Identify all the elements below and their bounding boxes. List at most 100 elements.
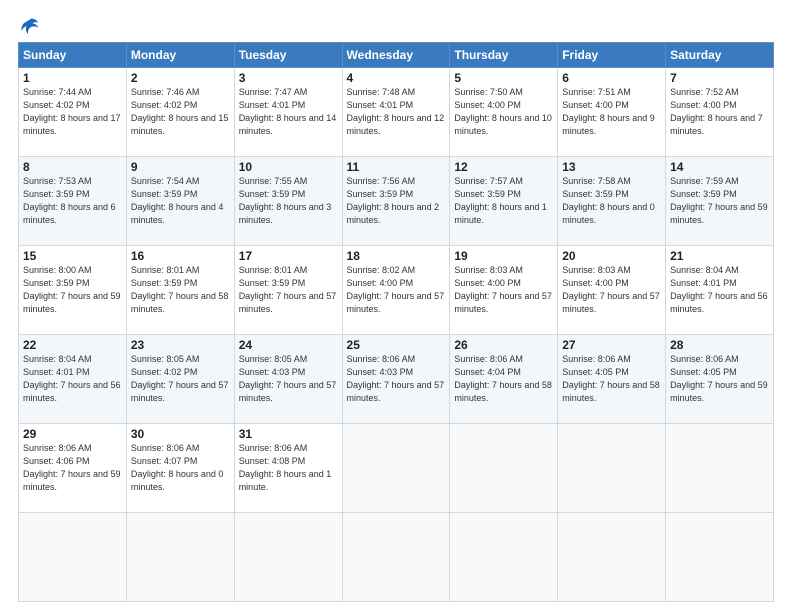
day-info: Sunrise: 7:48 AMSunset: 4:01 PMDaylight:…: [347, 87, 445, 136]
logo: [18, 16, 40, 32]
calendar-table: SundayMondayTuesdayWednesdayThursdayFrid…: [18, 42, 774, 602]
day-of-week-header: Sunday: [19, 43, 127, 68]
day-number: 19: [454, 249, 553, 263]
day-number: 30: [131, 427, 230, 441]
day-cell: 4 Sunrise: 7:48 AMSunset: 4:01 PMDaylight…: [342, 68, 450, 157]
day-cell: 2 Sunrise: 7:46 AMSunset: 4:02 PMDaylight…: [126, 68, 234, 157]
day-cell: 22 Sunrise: 8:04 AMSunset: 4:01 PMDayligh…: [19, 335, 127, 424]
day-cell: 12 Sunrise: 7:57 AMSunset: 3:59 PMDayligh…: [450, 157, 558, 246]
day-cell: 15 Sunrise: 8:00 AMSunset: 3:59 PMDayligh…: [19, 246, 127, 335]
day-number: 9: [131, 160, 230, 174]
empty-cell: [450, 424, 558, 513]
day-info: Sunrise: 8:06 AMSunset: 4:04 PMDaylight:…: [454, 354, 552, 403]
day-info: Sunrise: 7:54 AMSunset: 3:59 PMDaylight:…: [131, 176, 224, 225]
day-cell: 7 Sunrise: 7:52 AMSunset: 4:00 PMDaylight…: [666, 68, 774, 157]
day-cell: 10 Sunrise: 7:55 AMSunset: 3:59 PMDayligh…: [234, 157, 342, 246]
day-number: 14: [670, 160, 769, 174]
day-info: Sunrise: 7:55 AMSunset: 3:59 PMDaylight:…: [239, 176, 332, 225]
empty-cell: [234, 513, 342, 602]
day-number: 20: [562, 249, 661, 263]
day-cell: 14Sunrise: 7:59 AMSunset: 3:59 PMDayligh…: [666, 157, 774, 246]
day-cell: 28 Sunrise: 8:06 AMSunset: 4:05 PMDayligh…: [666, 335, 774, 424]
day-number: 17: [239, 249, 338, 263]
day-cell: 11Sunrise: 7:56 AMSunset: 3:59 PMDayligh…: [342, 157, 450, 246]
day-info: Sunrise: 7:52 AMSunset: 4:00 PMDaylight:…: [670, 87, 763, 136]
day-of-week-header: Wednesday: [342, 43, 450, 68]
empty-cell: [558, 424, 666, 513]
calendar-row: 1Sunrise: 7:44 AMSunset: 4:02 PMDaylight…: [19, 68, 774, 157]
day-info: Sunrise: 7:57 AMSunset: 3:59 PMDaylight:…: [454, 176, 547, 225]
day-info: Sunrise: 8:03 AMSunset: 4:00 PMDaylight:…: [562, 265, 660, 314]
day-cell: 31Sunrise: 8:06 AMSunset: 4:08 PMDayligh…: [234, 424, 342, 513]
day-number: 26: [454, 338, 553, 352]
day-number: 28: [670, 338, 769, 352]
day-number: 29: [23, 427, 122, 441]
header: [18, 16, 774, 32]
day-number: 18: [347, 249, 446, 263]
day-info: Sunrise: 8:01 AMSunset: 3:59 PMDaylight:…: [239, 265, 337, 314]
day-info: Sunrise: 7:51 AMSunset: 4:00 PMDaylight:…: [562, 87, 655, 136]
day-cell: 27Sunrise: 8:06 AMSunset: 4:05 PMDayligh…: [558, 335, 666, 424]
day-of-week-header: Thursday: [450, 43, 558, 68]
day-info: Sunrise: 8:00 AMSunset: 3:59 PMDaylight:…: [23, 265, 121, 314]
day-cell: 18Sunrise: 8:02 AMSunset: 4:00 PMDayligh…: [342, 246, 450, 335]
day-cell: 9 Sunrise: 7:54 AMSunset: 3:59 PMDaylight…: [126, 157, 234, 246]
day-cell: 30Sunrise: 8:06 AMSunset: 4:07 PMDayligh…: [126, 424, 234, 513]
day-number: 2: [131, 71, 230, 85]
day-number: 4: [347, 71, 446, 85]
day-of-week-header: Friday: [558, 43, 666, 68]
day-cell: 17 Sunrise: 8:01 AMSunset: 3:59 PMDayligh…: [234, 246, 342, 335]
calendar-row: 22 Sunrise: 8:04 AMSunset: 4:01 PMDayligh…: [19, 335, 774, 424]
empty-cell: [19, 513, 127, 602]
calendar-row: 29 Sunrise: 8:06 AMSunset: 4:06 PMDayligh…: [19, 424, 774, 513]
day-info: Sunrise: 8:04 AMSunset: 4:01 PMDaylight:…: [23, 354, 121, 403]
day-number: 3: [239, 71, 338, 85]
day-number: 23: [131, 338, 230, 352]
day-cell: 29 Sunrise: 8:06 AMSunset: 4:06 PMDayligh…: [19, 424, 127, 513]
day-cell: 8 Sunrise: 7:53 AMSunset: 3:59 PMDaylight…: [19, 157, 127, 246]
day-info: Sunrise: 7:50 AMSunset: 4:00 PMDaylight:…: [454, 87, 552, 136]
day-cell: 24Sunrise: 8:05 AMSunset: 4:03 PMDayligh…: [234, 335, 342, 424]
day-of-week-header: Monday: [126, 43, 234, 68]
empty-cell: [450, 513, 558, 602]
day-info: Sunrise: 7:46 AMSunset: 4:02 PMDaylight:…: [131, 87, 229, 136]
day-number: 8: [23, 160, 122, 174]
day-cell: 5 Sunrise: 7:50 AMSunset: 4:00 PMDaylight…: [450, 68, 558, 157]
day-number: 5: [454, 71, 553, 85]
day-cell: 20 Sunrise: 8:03 AMSunset: 4:00 PMDayligh…: [558, 246, 666, 335]
empty-cell: [342, 424, 450, 513]
empty-cell: [666, 424, 774, 513]
day-number: 25: [347, 338, 446, 352]
day-cell: 16 Sunrise: 8:01 AMSunset: 3:59 PMDayligh…: [126, 246, 234, 335]
day-info: Sunrise: 7:53 AMSunset: 3:59 PMDaylight:…: [23, 176, 116, 225]
day-info: Sunrise: 7:58 AMSunset: 3:59 PMDaylight:…: [562, 176, 655, 225]
day-number: 24: [239, 338, 338, 352]
day-cell: 3 Sunrise: 7:47 AMSunset: 4:01 PMDaylight…: [234, 68, 342, 157]
empty-cell: [666, 513, 774, 602]
day-number: 15: [23, 249, 122, 263]
day-cell: 13 Sunrise: 7:58 AMSunset: 3:59 PMDayligh…: [558, 157, 666, 246]
day-info: Sunrise: 8:06 AMSunset: 4:03 PMDaylight:…: [347, 354, 445, 403]
day-info: Sunrise: 8:05 AMSunset: 4:02 PMDaylight:…: [131, 354, 229, 403]
empty-cell: [558, 513, 666, 602]
day-info: Sunrise: 8:04 AMSunset: 4:01 PMDaylight:…: [670, 265, 768, 314]
day-info: Sunrise: 8:06 AMSunset: 4:06 PMDaylight:…: [23, 443, 121, 492]
empty-cell: [126, 513, 234, 602]
day-number: 31: [239, 427, 338, 441]
day-number: 13: [562, 160, 661, 174]
day-cell: 25 Sunrise: 8:06 AMSunset: 4:03 PMDayligh…: [342, 335, 450, 424]
day-number: 12: [454, 160, 553, 174]
day-cell: 26 Sunrise: 8:06 AMSunset: 4:04 PMDayligh…: [450, 335, 558, 424]
day-number: 16: [131, 249, 230, 263]
day-info: Sunrise: 8:06 AMSunset: 4:05 PMDaylight:…: [562, 354, 660, 403]
day-number: 22: [23, 338, 122, 352]
day-number: 1: [23, 71, 122, 85]
day-number: 10: [239, 160, 338, 174]
day-info: Sunrise: 8:01 AMSunset: 3:59 PMDaylight:…: [131, 265, 229, 314]
day-info: Sunrise: 7:47 AMSunset: 4:01 PMDaylight:…: [239, 87, 337, 136]
calendar-row: 15 Sunrise: 8:00 AMSunset: 3:59 PMDayligh…: [19, 246, 774, 335]
day-info: Sunrise: 8:06 AMSunset: 4:05 PMDaylight:…: [670, 354, 768, 403]
day-number: 7: [670, 71, 769, 85]
days-header-row: SundayMondayTuesdayWednesdayThursdayFrid…: [19, 43, 774, 68]
day-of-week-header: Tuesday: [234, 43, 342, 68]
